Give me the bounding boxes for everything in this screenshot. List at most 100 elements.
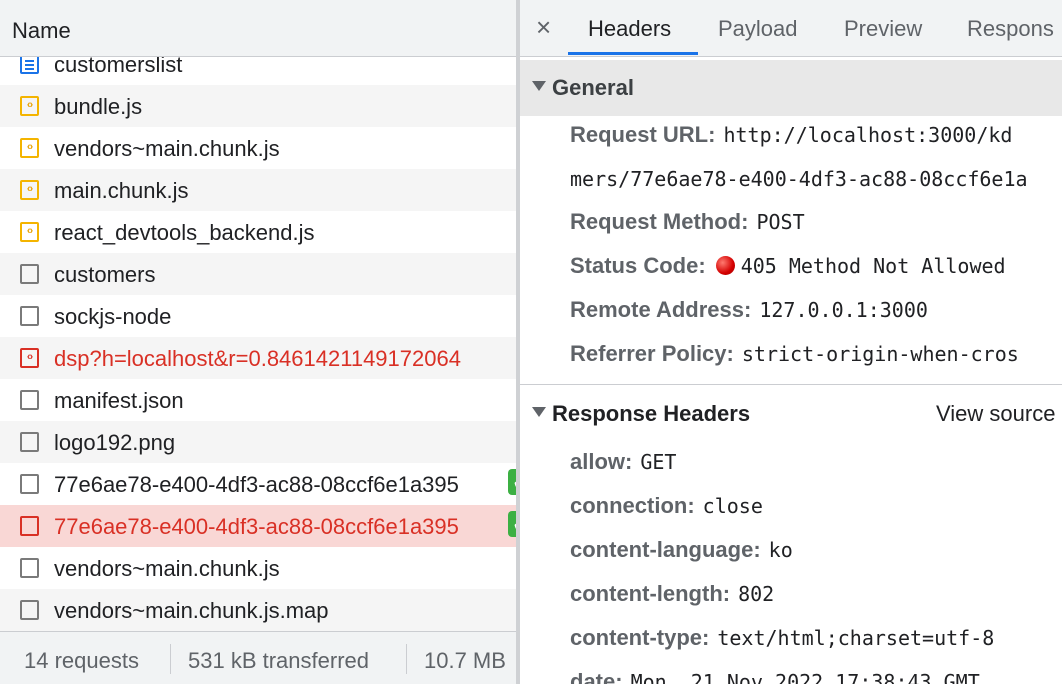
request-row[interactable]: sockjs-node (0, 295, 516, 337)
request-method-value: POST (756, 210, 805, 234)
request-name: vendors~main.chunk.js.map (54, 598, 329, 623)
request-name: customers (54, 262, 156, 287)
request-row[interactable]: vendors~main.chunk.js.map (0, 589, 516, 631)
response-header-key: allow: (570, 449, 633, 474)
tab-preview[interactable]: Preview (844, 16, 922, 42)
request-name: vendors~main.chunk.js (54, 136, 280, 161)
general-section-title: General (552, 75, 634, 100)
request-name: bundle.js (54, 94, 143, 119)
status-separator (406, 644, 407, 674)
tab-response[interactable]: Respons (967, 16, 1054, 42)
response-header-value: ko (768, 538, 793, 562)
name-column-label: Name (12, 18, 71, 43)
response-header-key: date: (570, 669, 623, 684)
file-icon (20, 390, 39, 410)
response-header-value: GET (640, 450, 677, 474)
request-name: dsp?h=localhost&r=0.8461421149172064 (54, 346, 461, 371)
response-header-row: content-language: ko (570, 537, 793, 563)
response-header-row: allow: GET (570, 449, 676, 475)
request-url-value: http://localhost:3000/kd (723, 123, 1013, 147)
response-header-value: close (702, 494, 763, 518)
request-row[interactable]: customers (0, 253, 516, 295)
response-header-key: content-type: (570, 625, 710, 650)
file-icon (20, 306, 39, 326)
request-row[interactable]: react_devtools_backend.js (0, 211, 516, 253)
request-url-row: Request URL: http://localhost:3000/kd (570, 122, 1012, 148)
response-header-key: content-language: (570, 537, 761, 562)
response-header-row: date: Mon, 21 Nov 2022 17:38:43 GMT (570, 669, 980, 684)
script-icon (20, 222, 39, 242)
status-code-row: Status Code: 405 Method Not Allowed (570, 253, 1006, 279)
request-row[interactable]: bundle.js (0, 85, 516, 127)
check-mark-icon: ✓ (508, 469, 516, 495)
request-row[interactable]: logo192.png (0, 421, 516, 463)
request-method-key: Request Method: (570, 209, 749, 234)
request-name: main.chunk.js (54, 178, 189, 203)
file-icon (20, 474, 39, 494)
response-header-row: connection: close (570, 493, 763, 519)
request-row[interactable]: 77e6ae78-e400-4df3-ac88-08ccf6e1a395 ✓ (0, 505, 516, 547)
request-row[interactable]: dsp?h=localhost&r=0.8461421149172064 (0, 337, 516, 379)
status-code-key: Status Code: (570, 253, 706, 278)
response-headers-section-header[interactable]: Response Headers View source (520, 386, 1062, 442)
request-name: 77e6ae78-e400-4df3-ac88-08ccf6e1a395 (54, 514, 459, 539)
request-url-value-continued: mers/77e6ae78-e400-4df3-ac88-08ccf6e1a (570, 167, 1028, 191)
file-icon (20, 600, 39, 620)
referrer-policy-key: Referrer Policy: (570, 341, 734, 366)
request-name: vendors~main.chunk.js (54, 556, 280, 581)
response-header-key: connection: (570, 493, 695, 518)
response-header-row: content-type: text/html;charset=utf-8 (570, 625, 994, 651)
request-name: manifest.json (54, 388, 184, 413)
script-icon (20, 180, 39, 200)
triangle-down-icon (532, 407, 546, 417)
response-header-value: 802 (738, 582, 775, 606)
referrer-policy-row: Referrer Policy: strict-origin-when-cros (570, 341, 1019, 367)
file-icon (20, 264, 39, 284)
tab-payload[interactable]: Payload (718, 16, 798, 42)
request-name: 77e6ae78-e400-4df3-ac88-08ccf6e1a395 (54, 472, 459, 497)
file-icon (20, 432, 39, 452)
response-header-row: content-length: 802 (570, 581, 774, 607)
request-details-panel: × Headers Payload Preview Respons Genera… (520, 0, 1062, 684)
referrer-policy-value: strict-origin-when-cros (741, 342, 1019, 366)
resources-size: 10.7 MB (424, 648, 506, 673)
script-icon (20, 138, 39, 158)
request-name: sockjs-node (54, 304, 172, 329)
request-rows: customerslistbundle.jsvendors~main.chunk… (0, 43, 516, 631)
script-icon (20, 96, 39, 116)
status-separator (170, 644, 171, 674)
triangle-down-icon (532, 81, 546, 91)
response-header-key: content-length: (570, 581, 731, 606)
close-icon[interactable]: × (536, 12, 551, 43)
request-row[interactable]: main.chunk.js (0, 169, 516, 211)
check-mark-icon: ✓ (508, 511, 516, 537)
request-name: logo192.png (54, 430, 176, 455)
request-row[interactable]: vendors~main.chunk.js (0, 547, 516, 589)
error-status-dot-icon (715, 256, 735, 275)
response-header-value: text/html;charset=utf-8 (717, 626, 995, 650)
remote-address-key: Remote Address: (570, 297, 752, 322)
script-icon (20, 348, 39, 368)
request-count: 14 requests (24, 648, 139, 673)
section-divider (520, 384, 1062, 385)
response-header-value: Mon, 21 Nov 2022 17:38:43 GMT (630, 670, 980, 684)
active-tab-indicator (568, 52, 698, 55)
general-section-header[interactable]: General (520, 60, 1062, 116)
file-icon (20, 516, 39, 536)
status-code-value: 405 Method Not Allowed (740, 254, 1006, 278)
view-source-link[interactable]: View source (936, 401, 1055, 427)
details-tab-bar: × Headers Payload Preview Respons (520, 0, 1062, 57)
network-request-list: customerslistbundle.jsvendors~main.chunk… (0, 0, 516, 684)
document-icon (20, 54, 39, 74)
request-url-key: Request URL: (570, 122, 716, 147)
name-column-header[interactable]: Name (0, 0, 516, 57)
request-row[interactable]: manifest.json (0, 379, 516, 421)
request-row[interactable]: 77e6ae78-e400-4df3-ac88-08ccf6e1a395 ✓ (0, 463, 516, 505)
network-status-bar: 14 requests 531 kB transferred 10.7 MB (0, 631, 516, 684)
tab-headers[interactable]: Headers (588, 16, 671, 42)
remote-address-value: 127.0.0.1:3000 (759, 298, 928, 322)
remote-address-row: Remote Address: 127.0.0.1:3000 (570, 297, 928, 323)
request-method-row: Request Method: POST (570, 209, 805, 235)
request-row[interactable]: vendors~main.chunk.js (0, 127, 516, 169)
request-name: react_devtools_backend.js (54, 220, 315, 245)
